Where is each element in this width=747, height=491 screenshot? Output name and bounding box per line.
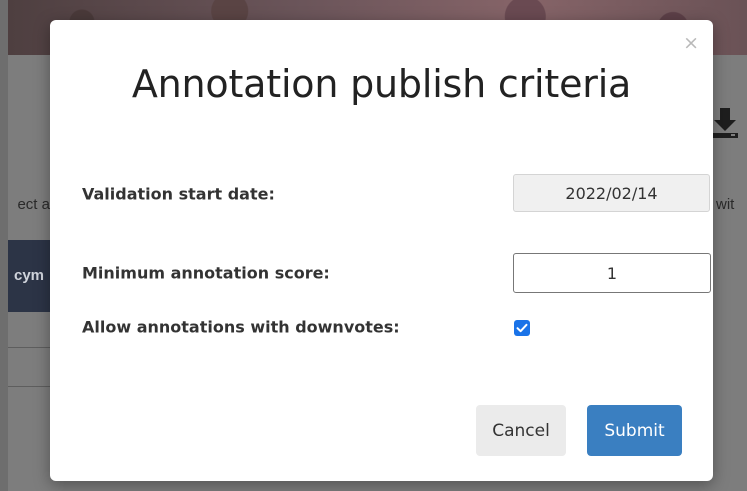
background-divider — [8, 347, 50, 348]
allow-downvotes-checkbox[interactable] — [514, 320, 530, 336]
background-tab: cym — [8, 240, 50, 312]
min-score-label: Minimum annotation score: — [82, 263, 330, 283]
modal-title: Annotation publish criteria — [131, 62, 632, 106]
publish-criteria-modal: × Annotation publish criteria Validation… — [50, 20, 713, 481]
background-text-right: wit — [716, 196, 735, 213]
background-divider — [8, 386, 50, 387]
allow-downvotes-row: Allow annotations with downvotes: — [82, 307, 682, 347]
min-score-row: Minimum annotation score: — [82, 253, 711, 293]
min-score-input[interactable] — [513, 253, 711, 293]
cancel-button[interactable]: Cancel — [476, 405, 566, 456]
checkmark-icon — [516, 323, 528, 333]
submit-button[interactable]: Submit — [587, 405, 682, 456]
download-icon — [712, 108, 738, 138]
start-date-row: Validation start date: — [82, 174, 710, 214]
close-icon[interactable]: × — [683, 34, 699, 53]
allow-downvotes-label: Allow annotations with downvotes: — [82, 317, 400, 337]
background-left-edge — [0, 0, 8, 491]
start-date-label: Validation start date: — [82, 184, 275, 204]
background-tab-label: cym — [14, 267, 45, 284]
background-text-left: ect a — [17, 196, 50, 213]
start-date-input[interactable] — [513, 174, 710, 212]
